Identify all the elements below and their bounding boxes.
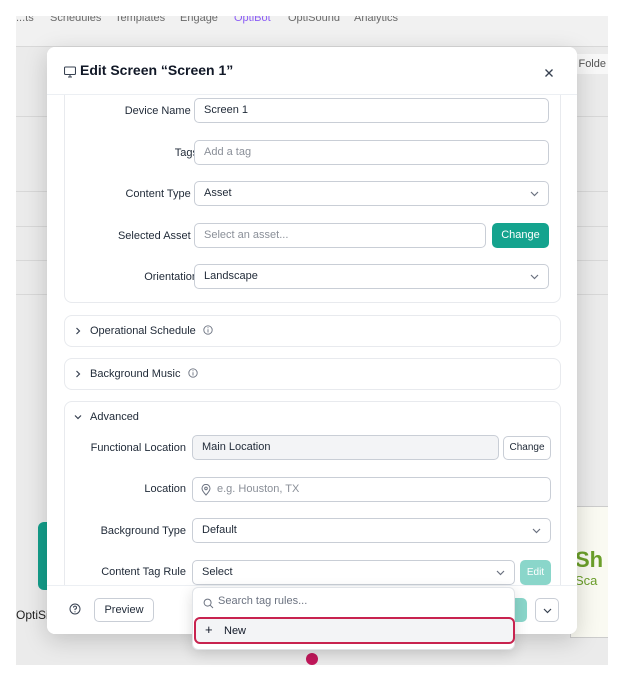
operational-schedule-title: Operational Schedule: [90, 325, 213, 337]
modal-title: Edit Screen “Screen 1”: [80, 62, 234, 78]
background-type-value: Default: [202, 524, 237, 536]
device-name-input[interactable]: Screen 1: [194, 98, 549, 123]
general-settings-card: Device Name* Screen 1 Tags Add a tag Con…: [64, 87, 561, 303]
more-options-button[interactable]: [535, 598, 559, 622]
location-input[interactable]: e.g. Houston, TX: [192, 477, 551, 502]
chevron-right-icon: [76, 327, 81, 335]
tag-rule-dropdown: Search tag rules... + New: [192, 587, 515, 650]
help-icon[interactable]: [69, 603, 81, 615]
nav-item[interactable]: Analytics: [354, 16, 398, 24]
change-location-button[interactable]: Change: [503, 436, 551, 460]
chevron-down-icon[interactable]: [74, 413, 82, 421]
operational-schedule-section[interactable]: Operational Schedule: [64, 315, 561, 347]
chevron-down-icon: [530, 274, 539, 280]
orientation-select[interactable]: Landscape: [194, 264, 549, 289]
promo-heading: Sh: [575, 547, 604, 572]
functional-location-label: Functional Location: [90, 442, 186, 454]
background-music-section[interactable]: Background Music: [64, 358, 561, 390]
raspberry-pi-icon: [306, 653, 318, 665]
chevron-down-icon: [532, 528, 541, 534]
background-music-title: Background Music: [90, 368, 198, 380]
content-tag-rule-select[interactable]: Select: [192, 560, 515, 585]
selected-asset-label: Selected Asset*: [117, 230, 198, 242]
info-icon[interactable]: [203, 325, 213, 335]
map-pin-icon: [201, 484, 211, 496]
orientation-value: Landscape: [204, 270, 258, 282]
functional-location-input: Main Location: [192, 435, 499, 460]
edit-screen-modal: Edit Screen “Screen 1” Device Name* Scre…: [47, 47, 577, 634]
chevron-down-icon: [530, 191, 539, 197]
background-nav: ...ts Schedules Templates Engage OptiBot…: [16, 16, 608, 46]
orientation-label: Orientation: [144, 271, 198, 283]
advanced-title[interactable]: Advanced: [90, 411, 139, 423]
tag-rule-search-input[interactable]: Search tag rules...: [218, 595, 307, 607]
preview-button[interactable]: Preview: [94, 598, 154, 622]
nav-item[interactable]: Schedules: [50, 16, 101, 24]
chevron-down-icon: [543, 608, 552, 614]
content-type-label: Content Type*: [125, 188, 198, 200]
close-icon[interactable]: [542, 66, 556, 80]
background-type-select[interactable]: Default: [192, 518, 551, 543]
promo-subheading: Sca: [575, 573, 598, 588]
search-icon: [203, 598, 214, 609]
nav-item[interactable]: ...ts: [16, 16, 34, 24]
nav-item[interactable]: OptiBot: [234, 16, 271, 24]
chevron-down-icon: [496, 570, 505, 576]
monitor-icon: [64, 66, 76, 78]
brand-name: OptiSi: [16, 608, 49, 622]
selected-asset-input[interactable]: Select an asset...: [194, 223, 486, 248]
content-tag-rule-value: Select: [202, 566, 233, 578]
modal-header: Edit Screen “Screen 1”: [47, 47, 577, 95]
content-type-select[interactable]: Asset: [194, 181, 549, 206]
content-type-value: Asset: [204, 187, 232, 199]
background-type-label: Background Type: [100, 525, 186, 537]
tags-input[interactable]: Add a tag: [194, 140, 549, 165]
nav-item[interactable]: Engage: [180, 16, 218, 24]
edit-tag-rule-button[interactable]: Edit: [520, 560, 551, 585]
location-placeholder: e.g. Houston, TX: [217, 483, 300, 495]
plus-icon: +: [205, 622, 213, 637]
device-name-label: Device Name*: [124, 105, 198, 117]
new-tag-rule-label: New: [224, 625, 247, 637]
nav-item[interactable]: Templates: [115, 16, 165, 24]
info-icon[interactable]: [187, 368, 198, 378]
chevron-right-icon: [76, 370, 81, 378]
content-tag-rule-label: Content Tag Rule: [101, 566, 186, 578]
location-label: Location: [144, 483, 186, 495]
change-asset-button[interactable]: Change: [492, 223, 549, 248]
new-tag-rule-option[interactable]: + New: [194, 617, 515, 644]
nav-item[interactable]: OptiSound: [288, 16, 340, 24]
